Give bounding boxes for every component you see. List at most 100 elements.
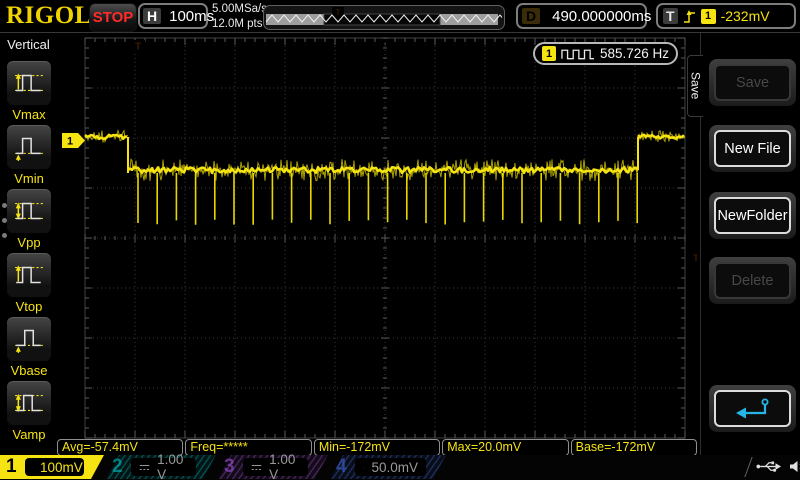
channel-2-indicator[interactable]: 2 1.00 V [106, 452, 216, 480]
svg-text:1: 1 [67, 136, 73, 148]
channel-1-number: 1 [6, 456, 17, 477]
vertical-measure-menu: Vertical Vmax Vmin Vpp Vtop Vbase Vamp [0, 33, 57, 455]
status-separator [744, 457, 753, 477]
menu-item-vmin[interactable]: Vmin [6, 124, 52, 186]
waveform-display: 1 T T 1 585.726 Hz Avg=-57.4mV Freq=****… [57, 33, 698, 456]
channel-4-indicator[interactable]: 4 50.0mV [330, 455, 446, 479]
delete-button-slot[interactable]: Delete [709, 257, 796, 304]
memory-depth: 12.0M pts [212, 17, 263, 30]
freq-counter-value: 585.726 Hz [599, 46, 669, 61]
channel-2-scale-box: 1.00 V [131, 452, 196, 480]
svg-text:T: T [693, 253, 697, 263]
horizontal-label: H [143, 8, 162, 24]
menu-item-vamp[interactable]: Vamp [6, 380, 52, 442]
vtop-icon [15, 265, 43, 284]
vmin-icon [15, 137, 43, 161]
vamp-icon [15, 393, 43, 413]
delay-label: D [522, 8, 541, 24]
vmax-icon [15, 73, 43, 92]
trigger-settings-readout[interactable]: T 1 -232mV [656, 3, 796, 29]
vpp-icon [15, 202, 43, 220]
status-icons [756, 459, 800, 474]
speaker-muted-icon [790, 461, 800, 472]
channel-2-number: 2 [112, 456, 123, 477]
graticule: 1 T T [62, 37, 697, 439]
new-file-button[interactable]: New File [714, 130, 791, 167]
vpp-label: Vpp [17, 235, 41, 250]
save-menu: Save Save New File NewFolder Delete [687, 33, 800, 455]
acquisition-readout: 5.00MSa/s 12.0M pts [212, 2, 267, 31]
measurement-min[interactable]: Min=-172mV [313, 439, 441, 456]
new-file-button-slot[interactable]: New File [709, 125, 796, 172]
dc-coupling-icon [139, 464, 150, 470]
measurement-bar: Avg=-57.4mV Freq=***** Min=-172mV Max=20… [57, 439, 698, 456]
trigger-level-value: -232mV [720, 8, 770, 24]
vamp-button[interactable] [6, 380, 52, 426]
vmax-label: Vmax [12, 107, 46, 122]
grid-lines [84, 37, 686, 439]
vtop-label: Vtop [15, 299, 43, 314]
trigger-edge-icon [683, 9, 695, 23]
trigger-level-marker[interactable]: T [685, 250, 697, 264]
channel-3-indicator[interactable]: 3 1.00 V [218, 452, 328, 480]
timebase-value: 100ms [169, 7, 215, 25]
horizontal-timebase-readout[interactable]: H 100ms [138, 3, 214, 29]
vbase-button[interactable] [6, 316, 52, 362]
dc-coupling-icon [251, 464, 262, 470]
menu-item-vbase[interactable]: Vbase [6, 316, 52, 378]
frequency-counter: 1 585.726 Hz [533, 42, 678, 65]
delete-button[interactable]: Delete [714, 262, 791, 299]
square-wave-icon [561, 49, 594, 59]
new-folder-button[interactable]: NewFolder [714, 197, 791, 234]
top-status-bar: RIGOL STOP H 100ms 5.00MSa/s 12.0M pts T… [0, 0, 800, 33]
channel-4-scale-box: 50.0mV [355, 458, 426, 476]
freq-counter-source-badge: 1 [542, 46, 557, 61]
vtop-button[interactable] [6, 252, 52, 298]
channel-status-bar: 1 100mV 2 1.00 V 3 1.00 V 4 50.0mV [0, 452, 800, 480]
run-stop-indicator[interactable]: STOP [89, 3, 137, 32]
vmin-label: Vmin [14, 171, 44, 186]
menu-page-dots [2, 203, 7, 238]
save-menu-tab: Save [687, 55, 703, 117]
save-button[interactable]: Save [714, 64, 791, 101]
channel-3-scale-box: 1.00 V [243, 452, 308, 480]
channel-1-indicator[interactable]: 1 100mV [0, 455, 104, 479]
ch1-ground-marker[interactable]: 1 [62, 133, 85, 148]
menu-item-vmax[interactable]: Vmax [6, 60, 52, 122]
vbase-label: Vbase [10, 363, 48, 378]
usb-icon [756, 461, 782, 472]
back-button-slot[interactable] [709, 385, 796, 432]
channel-1-scale: 100mV [40, 459, 83, 475]
rigol-logo: RIGOL [6, 2, 92, 29]
trigger-delay-readout[interactable]: D 490.000000ms [516, 3, 651, 29]
return-arrow-icon [735, 398, 768, 418]
menu-item-vtop[interactable]: Vtop [6, 252, 52, 314]
oscilloscope-screen: RIGOL STOP H 100ms 5.00MSa/s 12.0M pts T… [0, 0, 800, 480]
memory-trigger-letter: T [336, 8, 341, 17]
back-button[interactable] [714, 390, 791, 427]
menu-item-vpp[interactable]: Vpp [6, 188, 52, 250]
trigger-position-marker[interactable]: T [131, 40, 145, 57]
trigger-source-badge: 1 [700, 8, 716, 24]
memory-position-bar: T [263, 5, 507, 30]
vmin-button[interactable] [6, 124, 52, 170]
channel-3-number: 3 [224, 456, 235, 477]
new-folder-button-slot[interactable]: NewFolder [709, 192, 796, 239]
sample-rate: 5.00MSa/s [212, 3, 267, 15]
channel-1-scale-box: 100mV [25, 458, 84, 476]
svg-text:T: T [135, 42, 141, 53]
left-menu-title: Vertical [7, 37, 50, 52]
measurement-max[interactable]: Max=20.0mV [442, 439, 569, 456]
channel-3-scale: 1.00 V [269, 452, 296, 480]
vbase-icon [15, 329, 43, 353]
dc-coupling-icon [363, 466, 365, 468]
measurement-base[interactable]: Base=-172mV [570, 439, 698, 456]
vamp-label: Vamp [12, 427, 46, 442]
screen-center-marker [378, 39, 388, 45]
vmax-button[interactable] [6, 60, 52, 106]
trigger-label: T [663, 8, 678, 24]
channel-4-number: 4 [336, 456, 347, 477]
channel-2-scale: 1.00 V [157, 452, 184, 480]
save-button-slot[interactable]: Save [709, 59, 796, 106]
vpp-button[interactable] [6, 188, 52, 234]
